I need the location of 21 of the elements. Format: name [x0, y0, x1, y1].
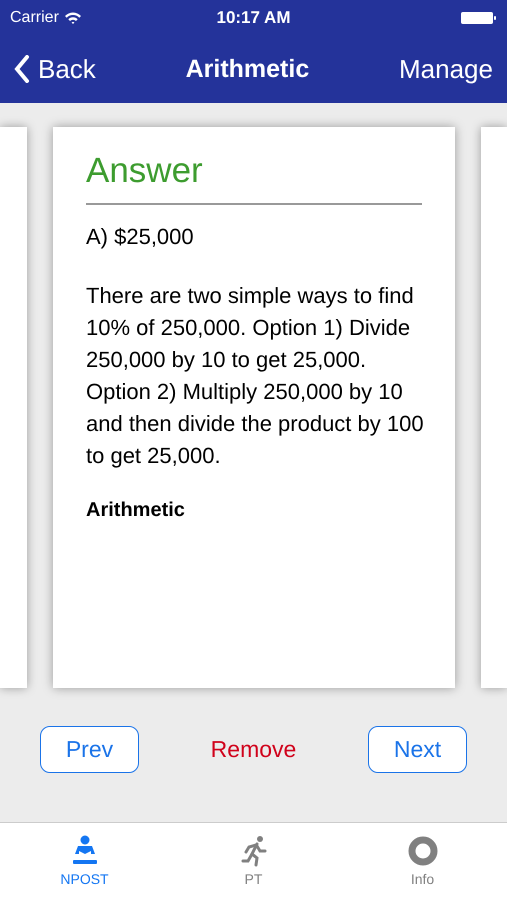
wifi-icon — [64, 12, 81, 24]
chevron-left-icon — [14, 55, 29, 83]
category-label: Arithmetic — [86, 498, 186, 523]
manage-button[interactable]: Manage — [399, 54, 493, 84]
carrier-label: Carrier — [10, 8, 59, 26]
tab-item[interactable]: Info — [338, 823, 507, 900]
tab-item[interactable]: NPOST — [0, 823, 169, 900]
remove-button[interactable]: Remove — [210, 726, 296, 774]
battery-icon — [461, 12, 496, 24]
back-button[interactable]: Back — [14, 54, 96, 84]
status-time: 10:17 AM — [216, 8, 290, 26]
next-button[interactable]: Next — [368, 726, 467, 774]
prev-button[interactable]: Prev — [40, 726, 139, 774]
reader-icon — [72, 836, 96, 864]
explanation-text: There are two simple ways to find 10% of 250,000. Option 1) Divide 250,000 by 10 to get 25,000. Option 2) Multiply 250,000 by 10 and then divide the product by 100 to get 25,000. — [86, 282, 425, 470]
lifebuoy-icon — [408, 836, 437, 866]
tab-item[interactable]: PT — [169, 823, 338, 900]
card-heading: Answer — [86, 151, 422, 205]
runner-icon — [241, 836, 266, 867]
nav-title: Arithmetic — [186, 54, 310, 84]
answer-text: A) $25,000 — [86, 223, 195, 251]
